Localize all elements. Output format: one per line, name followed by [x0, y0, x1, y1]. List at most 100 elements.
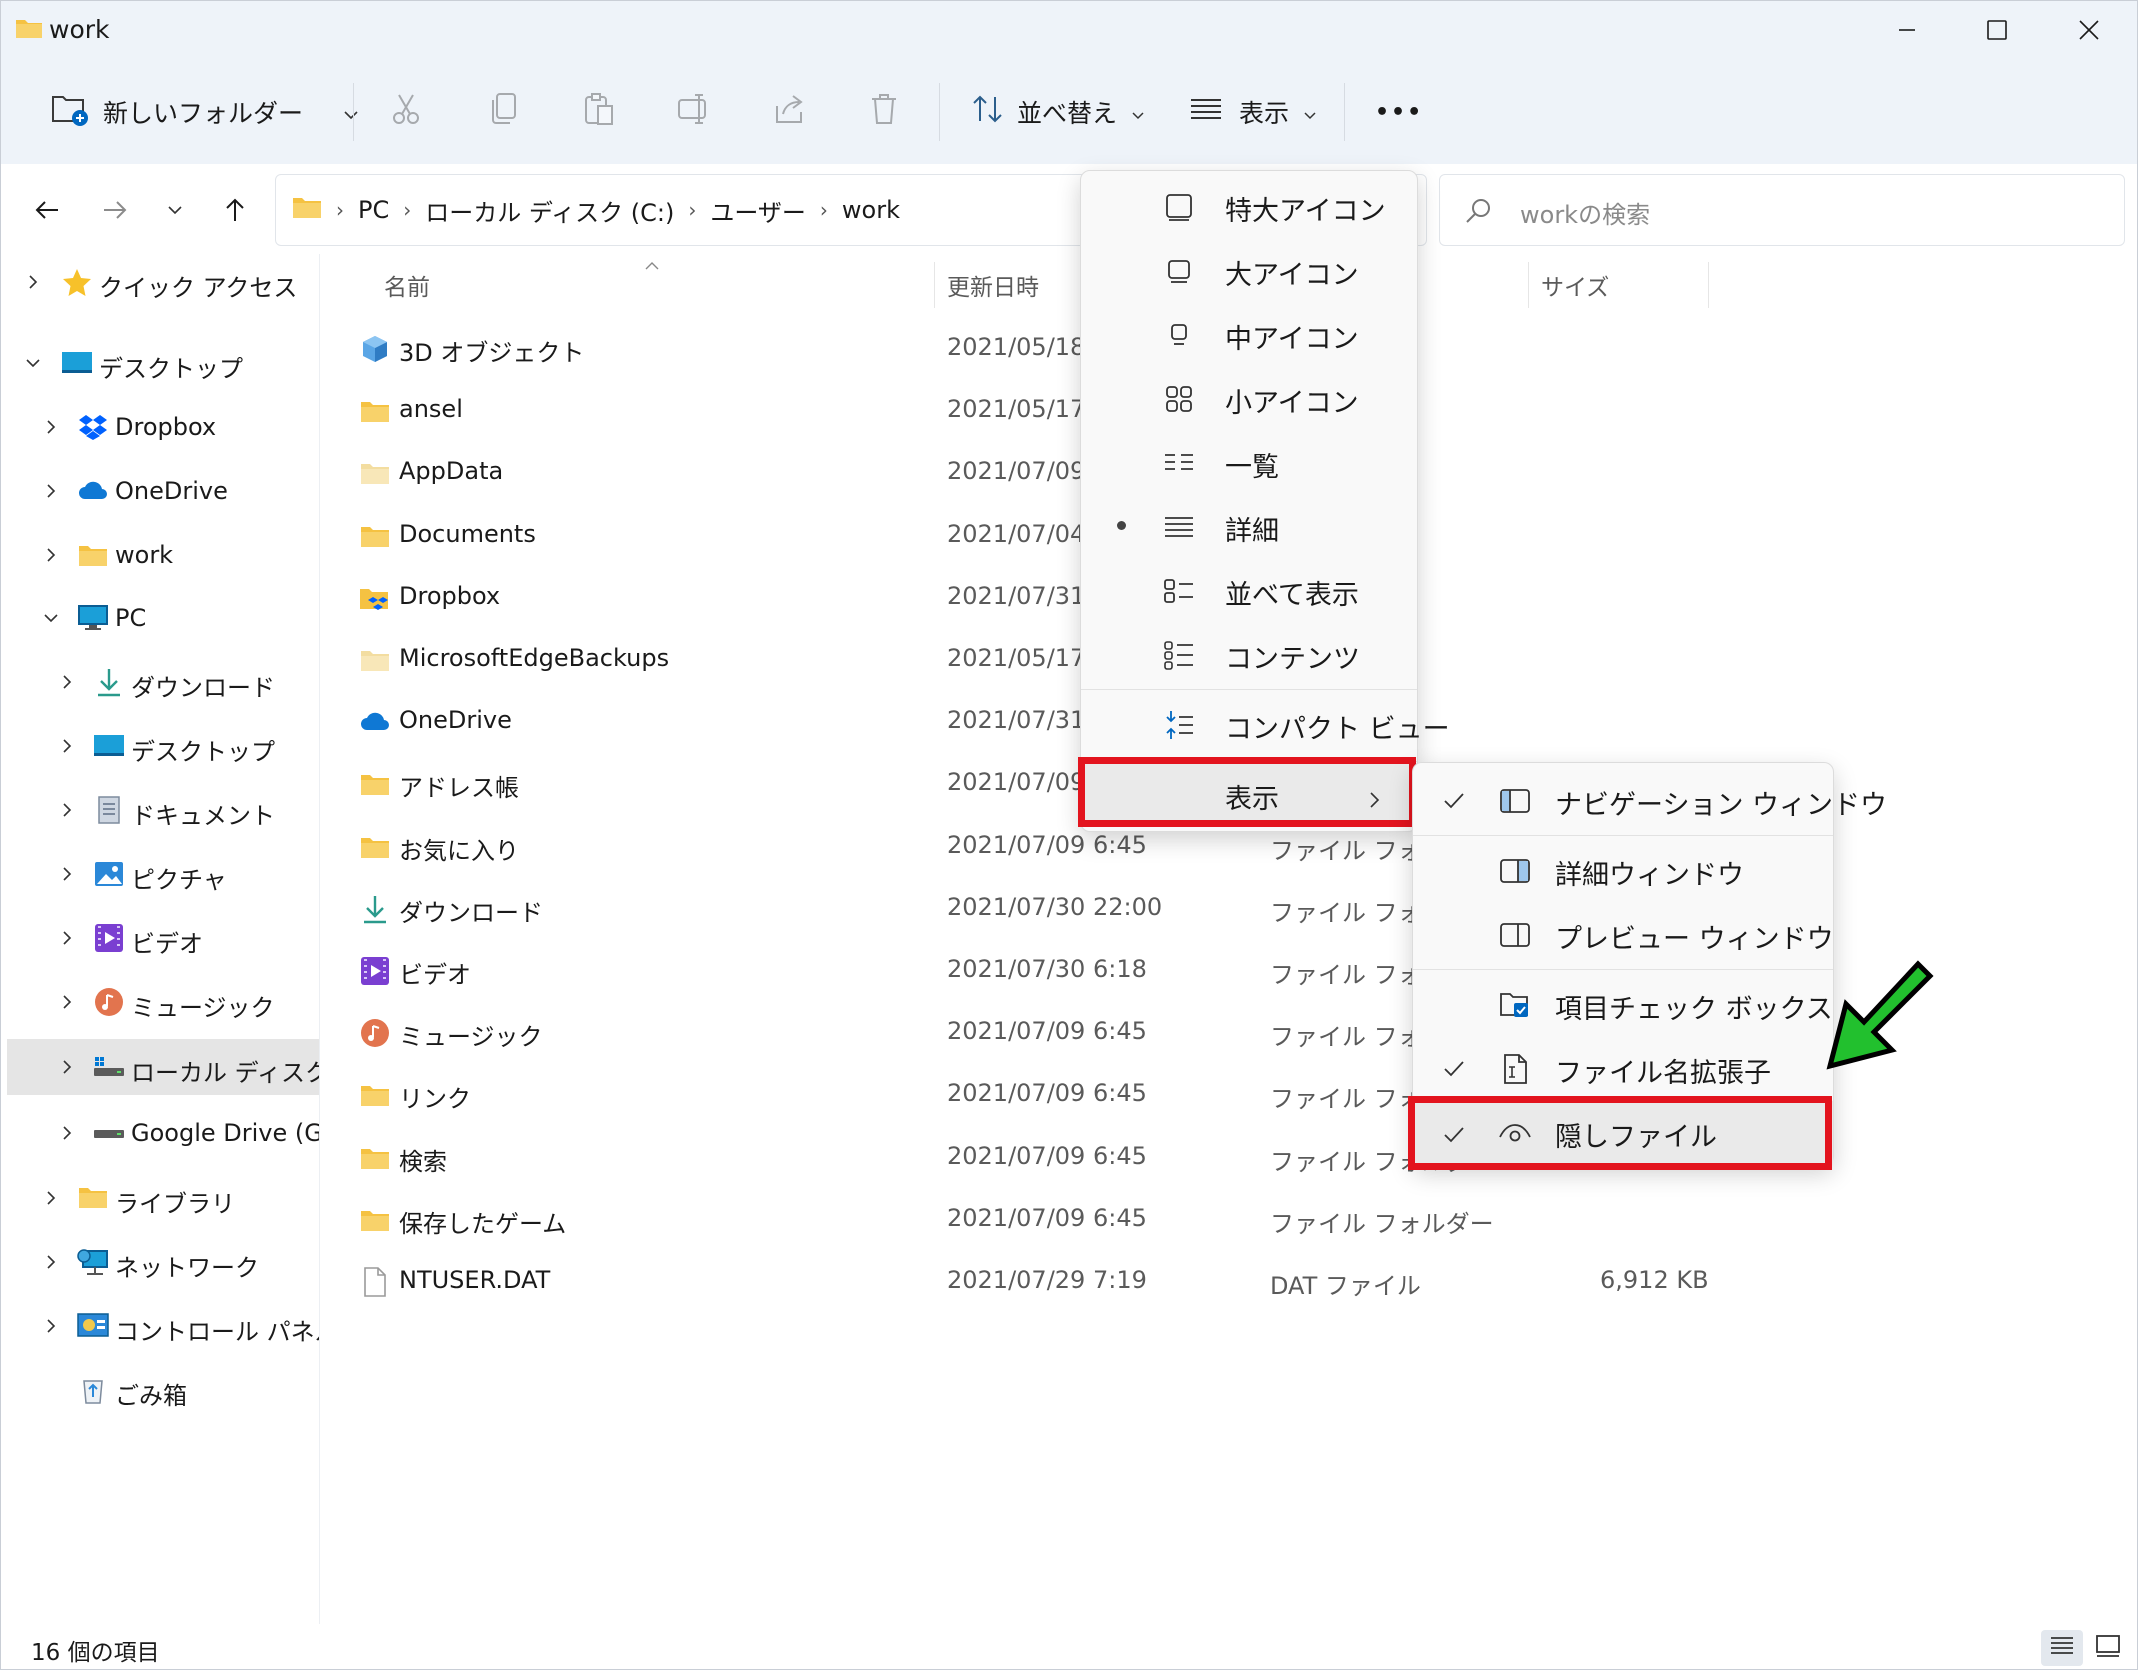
- view-button[interactable]: 表示: [1189, 71, 1317, 153]
- menu-item-label: ファイル名拡張子: [1555, 1058, 1771, 1089]
- menu-item-large-icons[interactable]: 大アイコン: [1081, 239, 1417, 303]
- sidebar-item-onedrive[interactable]: OneDrive: [1, 463, 319, 519]
- menu-item-content[interactable]: コンテンツ: [1081, 623, 1417, 687]
- chevron-right-icon[interactable]: [57, 864, 77, 884]
- rename-button[interactable]: [677, 71, 711, 153]
- sidebar-item-pictures[interactable]: ピクチャ: [1, 846, 319, 902]
- breadcrumb-separator: ›: [403, 198, 412, 222]
- menu-item-tiles[interactable]: 並べて表示: [1081, 559, 1417, 623]
- window-title: work: [49, 15, 110, 44]
- table-row[interactable]: 検索 2021/07/09 6:45 ファイル フォルダ: [320, 1127, 2137, 1189]
- chevron-right-icon[interactable]: [41, 545, 61, 565]
- file-name: Documents: [399, 519, 536, 548]
- column-divider[interactable]: [934, 262, 935, 308]
- new-folder-button[interactable]: 新しいフォルダー: [51, 71, 359, 153]
- breadcrumb-item[interactable]: ユーザー: [710, 193, 806, 228]
- table-row[interactable]: 保存したゲーム 2021/07/09 6:45 ファイル フォルダー: [320, 1189, 2137, 1251]
- sidebar-item-quick-access[interactable]: クイック アクセス: [1, 254, 319, 310]
- sidebar-item-work[interactable]: work: [1, 527, 319, 583]
- chevron-right-icon[interactable]: [57, 1057, 77, 1077]
- details-view-toggle[interactable]: [2041, 1630, 2083, 1666]
- sidebar-item-desktop-pc[interactable]: デスクトップ: [1, 718, 319, 774]
- menu-item-label: 並べて表示: [1225, 580, 1359, 611]
- cut-button[interactable]: [391, 71, 421, 153]
- back-button[interactable]: [21, 184, 73, 236]
- table-row[interactable]: ダウンロード 2021/07/30 22:00 ファイル フォルダ: [320, 878, 2137, 940]
- delete-button[interactable]: [869, 71, 899, 153]
- menu-item-medium-icons[interactable]: 中アイコン: [1081, 303, 1417, 367]
- breadcrumb-item[interactable]: PC: [358, 196, 389, 224]
- chevron-right-icon[interactable]: [57, 992, 77, 1012]
- chevron-right-icon[interactable]: [41, 1252, 61, 1272]
- sidebar-item-libraries[interactable]: ライブラリ: [1, 1170, 319, 1226]
- content-view-icon: [1161, 637, 1197, 673]
- menu-item-item-checkboxes[interactable]: 項目チェック ボックス: [1413, 973, 1833, 1037]
- column-header-name[interactable]: 名前: [384, 254, 944, 316]
- sidebar-item-downloads[interactable]: ダウンロード: [1, 654, 319, 710]
- download-icon: [358, 893, 392, 925]
- toolbar-divider: [1344, 83, 1345, 141]
- menu-item-compact-view[interactable]: コンパクト ビュー: [1081, 693, 1450, 757]
- maximize-button[interactable]: [1951, 1, 2043, 59]
- sidebar-item-recycle-bin[interactable]: ごみ箱: [1, 1362, 319, 1418]
- menu-item-list[interactable]: 一覧: [1081, 431, 1417, 495]
- search-box[interactable]: workの検索: [1439, 174, 2125, 246]
- download-icon: [93, 666, 125, 698]
- column-divider[interactable]: [1528, 262, 1529, 308]
- sidebar-item-network[interactable]: ネットワーク: [1, 1234, 319, 1290]
- close-button[interactable]: [2043, 1, 2135, 59]
- menu-item-extra-large-icons[interactable]: 特大アイコン: [1081, 175, 1417, 239]
- chevron-right-icon[interactable]: [41, 1188, 61, 1208]
- sidebar-item-desktop[interactable]: デスクトップ: [1, 335, 319, 391]
- menu-item-navigation-pane[interactable]: ナビゲーション ウィンドウ: [1413, 769, 1887, 833]
- chevron-right-icon[interactable]: [41, 1316, 61, 1336]
- table-row[interactable]: NTUSER.DAT 2021/07/29 7:19 DAT ファイル 6,912 K…: [320, 1251, 2137, 1313]
- sidebar-item-dropbox[interactable]: Dropbox: [1, 399, 319, 455]
- file-modified-date: 2021/07/09 6:45: [947, 830, 1147, 859]
- chevron-right-icon[interactable]: [57, 800, 77, 820]
- recent-locations-button[interactable]: [149, 184, 201, 236]
- column-divider[interactable]: [1708, 262, 1709, 308]
- chevron-right-icon[interactable]: [57, 672, 77, 692]
- sidebar-item-google-drive[interactable]: Google Drive (G:): [1, 1105, 340, 1161]
- sidebar-item-music[interactable]: ミュージック: [1, 974, 319, 1030]
- breadcrumb-item[interactable]: ローカル ディスク (C:): [425, 193, 674, 228]
- chevron-down-icon[interactable]: [41, 608, 61, 628]
- chevron-right-icon[interactable]: [57, 736, 77, 756]
- search-input[interactable]: workの検索: [1520, 195, 1650, 230]
- copy-button[interactable]: [489, 71, 519, 153]
- sort-button[interactable]: 並べ替え: [971, 71, 1145, 153]
- share-button[interactable]: [773, 71, 807, 153]
- folder-icon: [358, 768, 392, 800]
- chevron-right-icon[interactable]: [41, 417, 61, 437]
- document-icon: [93, 794, 125, 826]
- forward-button[interactable]: [89, 184, 141, 236]
- paste-button[interactable]: [583, 71, 615, 153]
- control-panel-icon: [77, 1310, 109, 1342]
- chevron-right-icon[interactable]: [23, 272, 43, 292]
- menu-item-small-icons[interactable]: 小アイコン: [1081, 367, 1417, 431]
- large-icons-view-toggle[interactable]: [2087, 1630, 2129, 1666]
- menu-item-file-extensions[interactable]: ファイル名拡張子: [1413, 1037, 1833, 1101]
- sidebar-item-control-panel[interactable]: コントロール パネル: [1, 1298, 339, 1354]
- minimize-button[interactable]: [1861, 1, 1953, 59]
- menu-item-details[interactable]: 詳細: [1081, 495, 1417, 559]
- sidebar-item-documents[interactable]: ドキュメント: [1, 782, 319, 838]
- menu-item-preview-pane[interactable]: プレビュー ウィンドウ: [1413, 903, 1834, 967]
- chevron-right-icon[interactable]: [41, 481, 61, 501]
- breadcrumb-item[interactable]: work: [842, 196, 900, 224]
- up-button[interactable]: [209, 184, 261, 236]
- 3d-objects-icon: [358, 333, 392, 365]
- chevron-down-icon[interactable]: [23, 353, 43, 373]
- chevron-right-icon[interactable]: [57, 1123, 77, 1143]
- more-options-button[interactable]: •••: [1375, 71, 1423, 153]
- sidebar-item-pc[interactable]: PC: [1, 590, 319, 646]
- folder-icon: [358, 395, 392, 427]
- sidebar-item-videos[interactable]: ビデオ: [1, 910, 319, 966]
- menu-item-details-pane[interactable]: 詳細ウィンドウ: [1413, 839, 1833, 903]
- sidebar-item-local-disk[interactable]: ローカル ディスク (C:): [7, 1039, 380, 1095]
- column-header-size[interactable]: サイズ: [1541, 254, 1701, 316]
- file-name: リンク: [399, 1085, 471, 1114]
- chevron-right-icon[interactable]: [57, 928, 77, 948]
- file-modified-date: 2021/07/09 6:45: [947, 1017, 1147, 1046]
